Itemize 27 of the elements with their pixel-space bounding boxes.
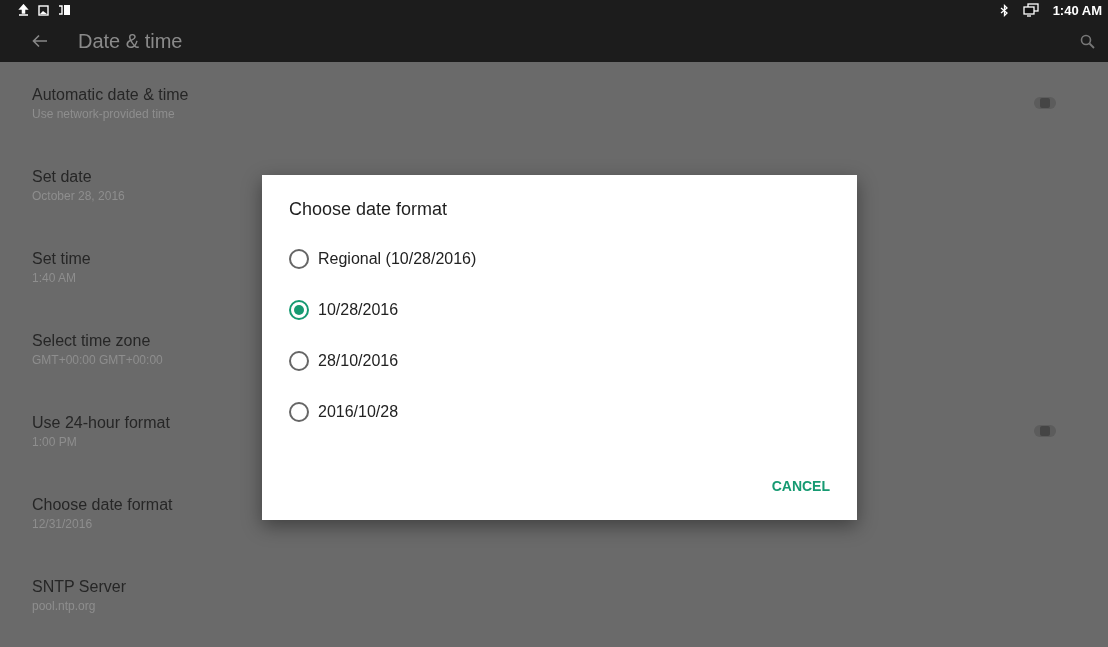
- radio-button[interactable]: [289, 402, 309, 422]
- option-label[interactable]: 2016/10/28: [318, 403, 399, 421]
- radio-button[interactable]: [289, 351, 309, 371]
- toggle-switch[interactable]: [1034, 97, 1056, 109]
- search-icon[interactable]: [1080, 33, 1095, 49]
- radio-button[interactable]: [289, 249, 309, 269]
- radio-button[interactable]: [289, 300, 309, 320]
- cancel-button[interactable]: CANCEL: [771, 474, 830, 498]
- back-arrow-icon[interactable]: [32, 34, 48, 48]
- option-label[interactable]: 28/10/2016: [318, 352, 399, 370]
- bluetooth-icon: [999, 3, 1009, 17]
- option-label[interactable]: 10/28/2016: [318, 301, 399, 319]
- setting-title[interactable]: Set date: [32, 167, 92, 186]
- image-icon: [38, 4, 49, 16]
- status-time: 1:40 AM: [1052, 2, 1102, 18]
- setting-title[interactable]: Select time zone: [32, 331, 151, 350]
- dialog-title: Choose date format: [289, 199, 449, 220]
- upload-icon: [18, 4, 29, 16]
- screen-share-icon: [1022, 3, 1039, 17]
- setting-title[interactable]: Set time: [32, 249, 91, 268]
- page-title: Date & time: [78, 29, 184, 53]
- setting-title[interactable]: SNTP Server: [32, 577, 126, 596]
- setting-title[interactable]: Automatic date & time: [32, 85, 189, 104]
- toggle-switch[interactable]: [1034, 425, 1056, 437]
- option-label[interactable]: Regional (10/28/2016): [318, 250, 477, 268]
- setting-title[interactable]: Choose date format: [32, 495, 173, 514]
- setting-title[interactable]: Use 24-hour format: [32, 413, 170, 432]
